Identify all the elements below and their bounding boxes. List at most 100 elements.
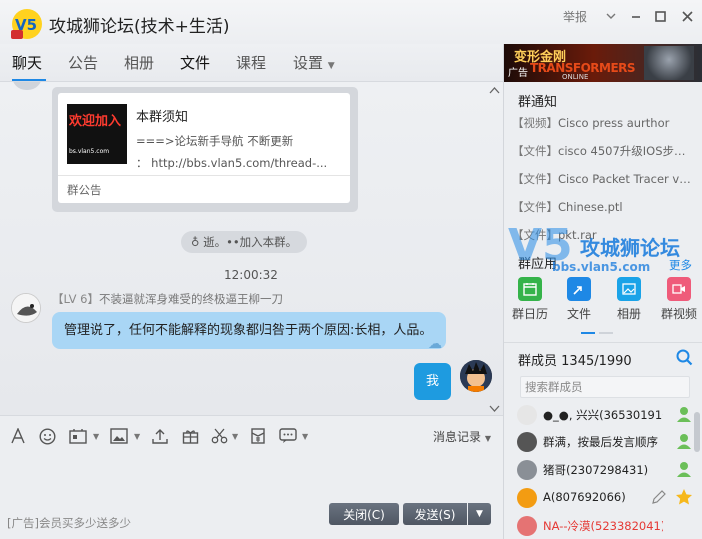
send-button[interactable]: 发送(S) [403, 503, 467, 525]
avatar [517, 488, 537, 508]
file-category: 【文件】 [512, 228, 558, 242]
ad-content: 会员买多少送多少 [38, 516, 131, 530]
more-apps-icon[interactable] [278, 426, 298, 446]
app-label: 群视频 [660, 307, 697, 321]
font-icon[interactable] [8, 426, 28, 446]
app-label: 文件 [566, 307, 591, 321]
message-input[interactable] [0, 455, 503, 495]
member-count: 群成员 1345/1990 [518, 350, 632, 369]
notice-link[interactable]: ： http://bbs.vlan5.com/thread-... [136, 155, 346, 171]
file-item[interactable]: 【文件】Chinese.ptl [512, 199, 697, 215]
member-role-icon [677, 434, 691, 449]
message-history-button[interactable]: 消息记录 ▼ [433, 428, 491, 445]
chevron-down-icon[interactable] [489, 402, 500, 415]
member-item[interactable]: NA--冷漠(523382041) [516, 514, 696, 538]
app-pager[interactable] [581, 332, 613, 334]
gif-icon[interactable] [68, 426, 88, 446]
thumb-url: bs.vlan5.com [69, 148, 110, 155]
app-album[interactable]: 相册 [607, 277, 651, 322]
tab-courses[interactable]: 课程 [236, 52, 266, 73]
member-item[interactable]: ●_●, 兴兴(365301916) [516, 403, 696, 427]
star-icon [676, 489, 692, 505]
notice-footer: 群公告 [67, 183, 102, 197]
app-calendar[interactable]: 群日历 [508, 277, 552, 322]
file-category: 【文件】 [512, 200, 558, 214]
sender-level: 【LV 6】 [52, 292, 99, 306]
minimize-icon[interactable] [625, 6, 647, 26]
chat-history[interactable]: 欢迎加入 bs.vlan5.com 本群须知 ===>论坛新手导航 不断更新 ：… [0, 82, 503, 415]
member-name: NA--冷漠(523382041) [543, 519, 663, 533]
group-notice-card[interactable]: 欢迎加入 bs.vlan5.com 本群须知 ===>论坛新手导航 不断更新 ：… [52, 87, 358, 212]
chevron-down-icon[interactable] [600, 6, 622, 26]
chevron-up-icon[interactable] [489, 84, 500, 97]
member-item[interactable]: 群满，按最后发言顺序 [516, 430, 696, 454]
edit-icon[interactable] [651, 489, 667, 505]
caret-down-icon[interactable]: ▼ [93, 432, 99, 441]
gift-icon[interactable] [180, 426, 200, 446]
self-avatar-icon [460, 360, 492, 392]
cloud-icon: ☁ [428, 336, 442, 352]
tab-chat[interactable]: 聊天 [12, 52, 42, 73]
more-apps-link[interactable]: 更多 [669, 257, 692, 273]
pager-dot[interactable] [599, 332, 613, 334]
group-files-title: 群通知 [518, 95, 558, 110]
members-number: 1345/1990 [561, 354, 632, 369]
ad-text[interactable]: [广告]会员买多少送多少 [7, 515, 131, 531]
file-category: 【视频】 [512, 116, 558, 130]
avatar[interactable] [460, 360, 492, 392]
image-icon[interactable] [109, 426, 129, 446]
maximize-icon[interactable] [649, 6, 671, 26]
tab-announcement[interactable]: 公告 [68, 52, 98, 73]
sender-name[interactable]: 不装逼就浑身难受的终极逼王柳一刀 [99, 292, 283, 306]
member-role-icon [677, 407, 691, 422]
emoji-icon[interactable] [37, 426, 57, 446]
file-item[interactable]: 【文件】cisco 4507升级IOS步奏.docx [512, 143, 697, 159]
red-packet-icon[interactable] [248, 426, 268, 446]
pager-dot[interactable] [581, 332, 595, 334]
screenshot-scissors-icon[interactable] [209, 426, 229, 446]
close-button[interactable]: 关闭(C) [329, 503, 399, 525]
member-item[interactable]: A(807692066) [516, 486, 696, 510]
group-logo-icon: V5 [11, 9, 42, 39]
avatar [517, 432, 537, 452]
file-name: cisco 4507升级IOS步奏.docx [558, 144, 697, 158]
video-icon [667, 277, 691, 301]
self-message-bubble[interactable]: 我 [414, 363, 451, 400]
member-name: ●_●, 兴兴(365301916) [543, 408, 663, 422]
ad-tag: [广告] [7, 516, 39, 530]
search-icon[interactable] [676, 349, 693, 366]
app-label: 相册 [616, 307, 641, 321]
file-item[interactable]: 【视频】Cisco press aurthor [512, 115, 697, 131]
banner-online: ONLINE [562, 73, 589, 81]
file-item[interactable]: 【文件】Cisco Packet Tracer v6.1 fo... [512, 171, 697, 187]
caret-down-icon[interactable]: ▼ [232, 432, 238, 441]
member-list-scrollbar[interactable] [694, 412, 700, 452]
member-item[interactable]: 猪哥(2307298431) [516, 458, 696, 482]
app-files[interactable]: 文件 [557, 277, 601, 322]
file-item[interactable]: 【文件】pkt.rar [512, 227, 697, 243]
tab-album[interactable]: 相册 [124, 52, 154, 73]
upload-icon[interactable] [150, 426, 170, 446]
ad-banner[interactable]: 变形金刚 TRANSFORMERS ONLINE 广告 [504, 44, 702, 82]
close-icon[interactable] [676, 6, 698, 26]
member-name: 猪哥(2307298431) [543, 463, 649, 477]
caret-down-icon[interactable]: ▼ [134, 432, 140, 441]
divider [58, 175, 350, 176]
send-options-button[interactable]: ▼ [468, 503, 491, 525]
message-bubble[interactable]: 管理说了，任何不能解释的现象都归咎于两个原因:长相，人品。 [52, 312, 446, 349]
report-button[interactable]: 举报 [563, 6, 587, 26]
ad-tag: 广告 [508, 68, 528, 79]
calendar-icon [518, 277, 542, 301]
group-notice-body: 欢迎加入 bs.vlan5.com 本群须知 ===>论坛新手导航 不断更新 ：… [58, 93, 350, 203]
member-name: 群满，按最后发言顺序 [543, 435, 658, 449]
tab-settings[interactable]: 设置 ▼ [293, 52, 335, 73]
tab-files[interactable]: 文件 [180, 52, 210, 73]
input-toolbar: ▼ ▼ ▼ ▼ 消息记录 ▼ [0, 415, 503, 455]
avatar [517, 405, 537, 425]
caret-down-icon[interactable]: ▼ [302, 432, 308, 441]
message-input-area: [广告]会员买多少送多少 关闭(C) 发送(S) ▼ [0, 455, 503, 539]
active-tab-indicator [12, 79, 46, 81]
avatar[interactable] [11, 293, 41, 323]
member-search-input[interactable] [520, 376, 690, 398]
app-video[interactable]: 群视频 [657, 277, 701, 322]
